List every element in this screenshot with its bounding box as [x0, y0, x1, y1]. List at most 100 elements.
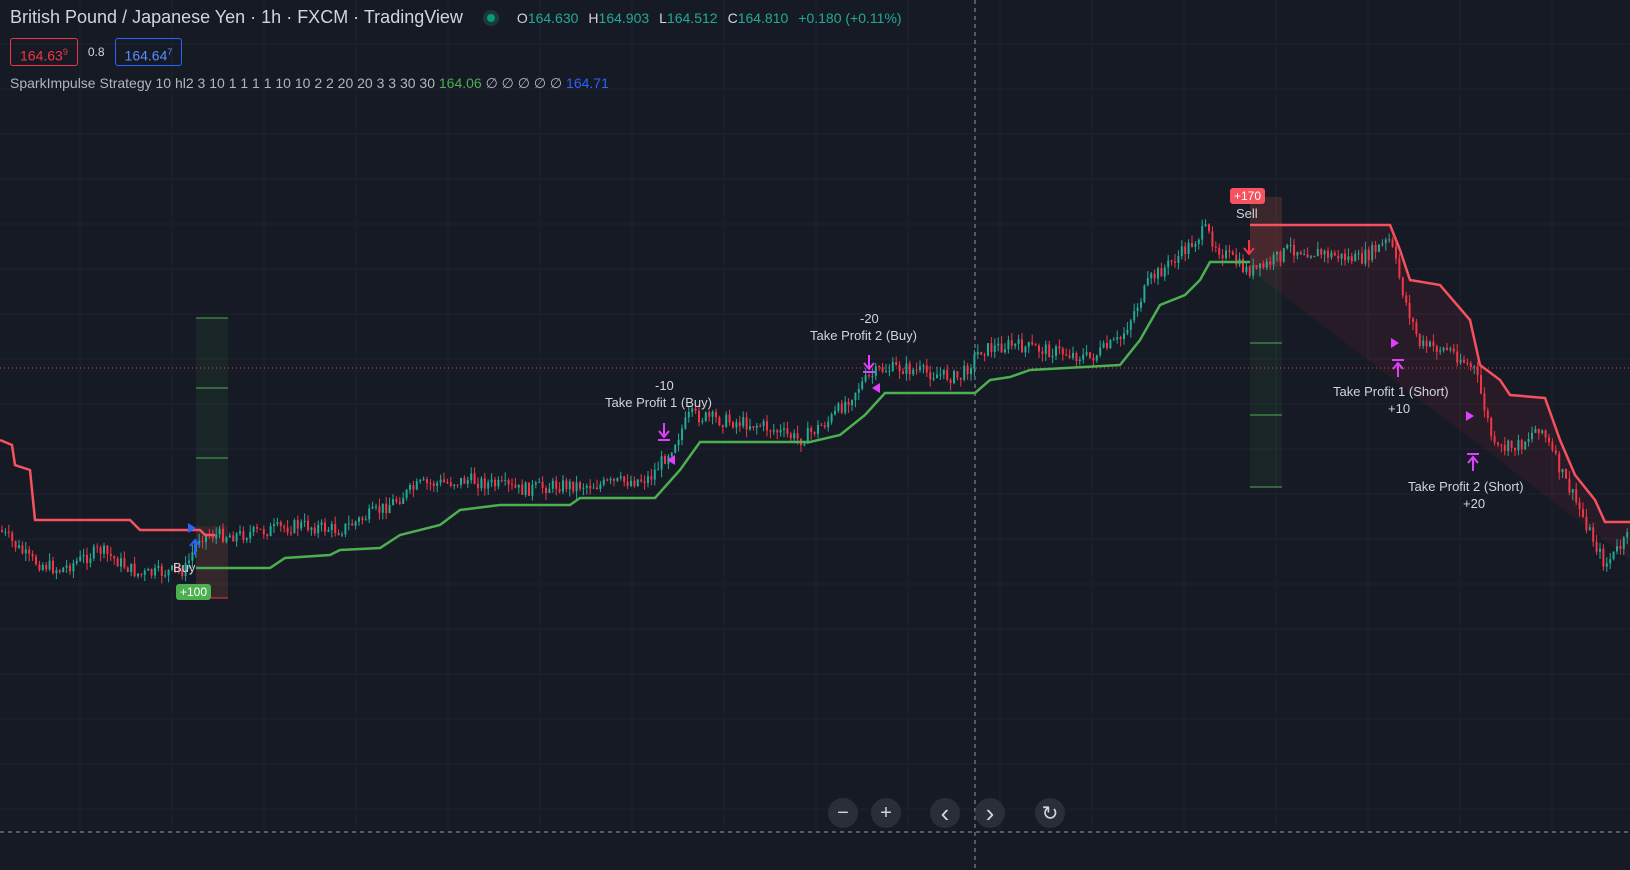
candle-body: [235, 533, 238, 542]
sell-price-button[interactable]: 164.639: [10, 38, 78, 66]
candle-body: [1099, 347, 1102, 356]
candle-body: [460, 477, 462, 485]
candle-body: [310, 527, 313, 531]
candle-body: [674, 445, 677, 453]
candle-body: [990, 343, 993, 352]
candle-body: [371, 506, 374, 509]
candle-body: [925, 365, 928, 373]
candle-body: [555, 480, 558, 490]
candle-body: [269, 526, 272, 537]
candle-body: [861, 381, 864, 389]
candle-body: [276, 522, 279, 525]
price-chart[interactable]: [0, 0, 1630, 870]
candle-body: [130, 563, 133, 573]
candle-body: [551, 480, 554, 489]
chevron-left-icon: ‹: [940, 798, 950, 828]
candle-body: [1000, 343, 1003, 353]
candle-body: [1180, 246, 1183, 257]
candle-body: [126, 567, 129, 573]
candle-body: [1034, 344, 1037, 346]
candle-body: [473, 473, 476, 484]
indicator-name[interactable]: SparkImpulse Strategy: [10, 75, 152, 91]
indicator-legend[interactable]: SparkImpulse Strategy 10 hl2 3 10 1 1 1 …: [10, 75, 609, 92]
candle-body: [1027, 342, 1030, 347]
zoom-out-button[interactable]: −: [828, 798, 858, 828]
candle-body: [113, 556, 116, 559]
candle-body: [932, 378, 935, 380]
candle-body: [1208, 224, 1210, 232]
reset-chart-button[interactable]: ↻: [1035, 798, 1065, 828]
buy-entry-badge: +100: [176, 584, 212, 600]
candle-body: [361, 517, 364, 520]
candle-body: [453, 484, 456, 486]
candle-body: [558, 489, 561, 492]
candle-body: [154, 567, 156, 576]
price-change: +0.180 (+0.11%): [798, 9, 902, 26]
candle-body: [898, 364, 901, 372]
tp2-buy-label: Take Profit 2 (Buy): [810, 328, 917, 343]
candle-body: [1184, 246, 1187, 254]
candle-body: [1051, 355, 1054, 358]
candle-body: [1, 530, 3, 532]
candle-body: [249, 532, 252, 539]
candle-body: [307, 520, 309, 531]
candle-body: [885, 371, 887, 373]
buy-price-button[interactable]: 164.647: [114, 38, 183, 66]
candle-body: [721, 425, 724, 427]
symbol-title[interactable]: British Pound / Japanese Yen · 1h · FXCM…: [10, 7, 463, 28]
chart-area[interactable]: [0, 0, 1630, 870]
candle-body: [296, 520, 299, 529]
tp1-buy-arrow-icon: [658, 423, 670, 441]
scroll-left-button[interactable]: ‹: [930, 798, 960, 828]
candle-body: [1599, 548, 1601, 552]
tp2-short-arrow-icon: [1467, 453, 1479, 471]
candle-body: [483, 478, 486, 489]
tp1-buy-amount: -10: [655, 378, 674, 393]
candle-body: [837, 403, 840, 411]
candle-body: [993, 345, 996, 352]
candle-body: [18, 545, 20, 548]
candle-body: [402, 498, 405, 504]
candle-body: [392, 499, 394, 505]
candle-body: [857, 388, 860, 393]
candle-body: [419, 479, 422, 482]
candle-body: [528, 482, 530, 496]
candle-body: [242, 531, 245, 541]
zoom-in-button[interactable]: +: [871, 798, 901, 828]
plus-icon: +: [880, 801, 892, 824]
candle-body: [320, 522, 323, 525]
candle-body: [517, 484, 520, 488]
candle-body: [531, 484, 534, 496]
candle-body: [803, 443, 806, 446]
candle-body: [687, 411, 690, 418]
candle-body: [337, 532, 340, 535]
candle-body: [942, 369, 945, 375]
candle-body: [623, 476, 626, 482]
candle-body: [1007, 340, 1010, 350]
candle-body: [256, 526, 258, 529]
candle-body: [82, 554, 85, 557]
candle-body: [222, 528, 224, 542]
candle-body: [62, 567, 65, 573]
chevron-right-icon: ›: [985, 798, 995, 828]
candle-body: [830, 414, 833, 422]
candle-body: [55, 570, 58, 574]
candle-body: [1072, 352, 1074, 358]
candle-body: [41, 564, 44, 570]
tp1-buy-label: Take Profit 1 (Buy): [605, 395, 712, 410]
candle-body: [137, 573, 139, 577]
candle-body: [463, 477, 466, 484]
candle-body: [783, 428, 785, 430]
candle-body: [599, 484, 602, 490]
candle-body: [1061, 348, 1064, 355]
candle-body: [579, 482, 581, 489]
candle-body: [228, 535, 231, 538]
candle-body: [541, 481, 544, 489]
candle-body: [572, 481, 575, 492]
candle-body: [966, 365, 969, 375]
candle-body: [677, 439, 680, 446]
candle-body: [1038, 345, 1040, 352]
candle-body: [92, 546, 95, 559]
candle-body: [259, 528, 262, 530]
scroll-right-button[interactable]: ›: [975, 798, 1005, 828]
